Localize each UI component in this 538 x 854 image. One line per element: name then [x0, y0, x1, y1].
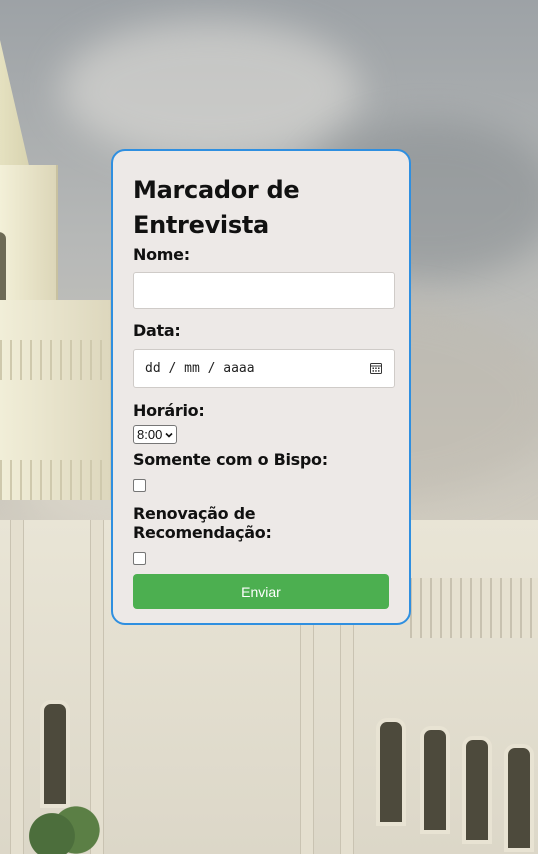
bishop-label: Somente com o Bispo:	[133, 450, 328, 469]
calendar-icon[interactable]	[370, 362, 382, 374]
date-placeholder: dd / mm / aaaa	[145, 361, 255, 376]
recommend-label: Renovação de Recomendação:	[133, 504, 272, 542]
form-title: Marcador de Entrevista	[133, 176, 300, 239]
recommend-checkbox[interactable]	[133, 552, 146, 565]
submit-button[interactable]: Enviar	[133, 574, 389, 609]
bishop-checkbox[interactable]	[133, 479, 146, 492]
chevron-down-icon	[165, 432, 173, 438]
time-select[interactable]: 8:00	[133, 425, 178, 444]
name-input[interactable]	[133, 272, 395, 309]
submit-label: Enviar	[241, 583, 281, 600]
date-input[interactable]: dd / mm / aaaa	[133, 349, 395, 388]
interview-form: Marcador de Entrevista Nome: Data: dd / …	[111, 149, 411, 625]
name-label: Nome:	[133, 245, 190, 264]
time-label: Horário:	[133, 401, 205, 420]
date-label: Data:	[133, 321, 181, 340]
time-selected-value: 8:00	[137, 427, 163, 442]
